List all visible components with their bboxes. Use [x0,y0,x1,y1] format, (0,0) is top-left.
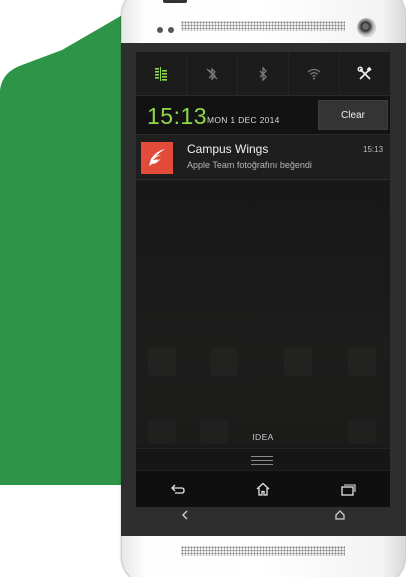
quick-setting-data[interactable] [136,52,187,95]
clock-time: 15:13 [147,103,208,129]
navigation-bar [136,470,390,507]
drawer-handle[interactable] [249,452,275,468]
dim-app-icon [284,348,312,376]
quick-settings-bar [136,52,390,96]
quick-setting-wifi[interactable] [289,52,340,95]
wings-icon [141,142,173,174]
bluetooth-off-icon [206,66,218,81]
power-button[interactable] [163,0,187,3]
handle-line [251,455,273,457]
quick-setting-settings[interactable] [340,52,390,95]
clear-notifications-button[interactable]: Clear [318,100,388,130]
home-icon [256,482,270,496]
notification-time: 15:13 [363,145,384,154]
home-house-icon[interactable] [334,509,346,521]
quick-setting-bluetooth-off[interactable] [187,52,238,95]
quick-setting-bluetooth[interactable] [238,52,289,95]
dim-app-icon [348,348,376,376]
sensor-dot [157,27,163,33]
wifi-icon [307,68,321,80]
handle-line [251,459,273,461]
notification-app-name: Campus Wings [187,142,269,156]
dim-app-icon [210,348,238,376]
back-icon [171,484,185,494]
data-transfer-icon [155,66,167,81]
nav-recent-apps-button[interactable] [305,471,390,507]
bluetooth-icon [259,65,267,82]
handle-line [251,463,273,465]
top-speaker-grille [181,21,345,31]
tools-icon [357,66,372,80]
back-chevron-icon[interactable] [179,509,191,521]
notification-item[interactable]: Campus Wings Apple Team fotoğrafını beğe… [136,134,390,180]
home-app-label: IDEA [252,432,274,442]
clock-date: MON 1 DEC 2014 [207,115,280,125]
notification-message: Apple Team fotoğrafını beğendi [187,160,312,170]
dim-app-icon [148,348,176,376]
nav-back-button[interactable] [136,471,221,507]
front-camera [357,18,376,37]
recent-apps-icon [341,484,356,496]
bottom-speaker-grille [181,546,345,556]
sensor-dot [168,27,174,33]
nav-home-button[interactable] [221,471,306,507]
stage: 15:13 MON 1 DEC 2014 Clear Campus Wings … [0,0,406,577]
phone-screen: 15:13 MON 1 DEC 2014 Clear Campus Wings … [136,52,390,507]
dimmed-home-screen [136,180,390,445]
